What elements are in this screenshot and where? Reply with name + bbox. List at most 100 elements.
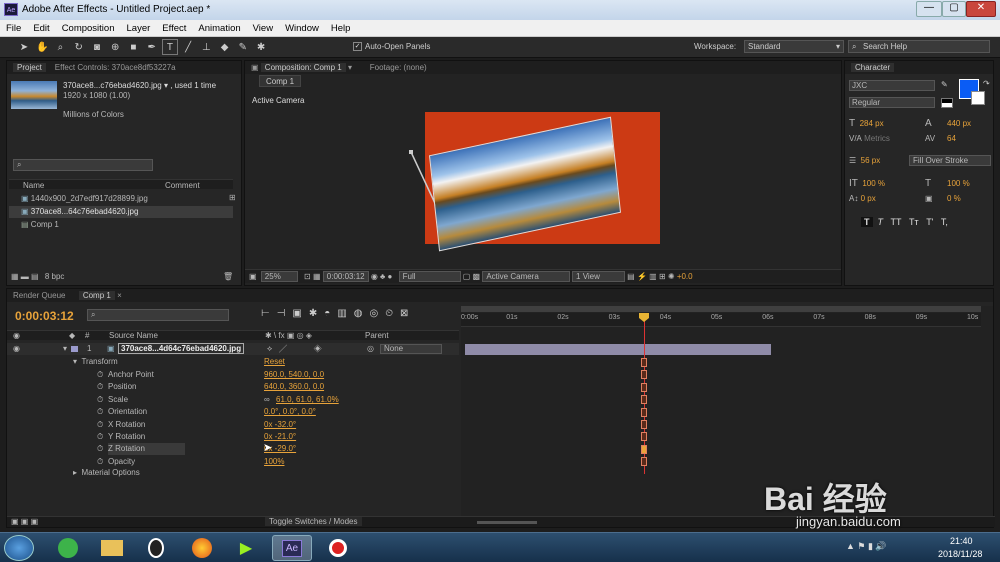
channel-icon[interactable]: ♣ (380, 272, 385, 281)
menu-edit[interactable]: Edit (27, 20, 55, 34)
font-select[interactable]: JXC (849, 80, 935, 91)
snapshot-icon[interactable]: ◉ (371, 272, 378, 281)
resolution-select[interactable]: Full (398, 271, 461, 282)
hand-tool-icon[interactable]: ✋ (34, 40, 50, 56)
new-composition-icon[interactable]: ▤ (31, 272, 39, 281)
property-value[interactable]: 0.0°, 0.0°, 0.0° (264, 406, 316, 418)
time-ruler[interactable]: 0:00s 01s 02s 03s 04s 05s 06s 07s 08s 09s 10s (461, 313, 981, 327)
exposure-value[interactable]: +0.0 (677, 272, 693, 281)
vertical-scale-value[interactable]: 100 % (862, 179, 885, 188)
delete-icon[interactable]: 🗑 (223, 271, 233, 283)
expand-triangle-icon[interactable]: ▾ (73, 357, 77, 366)
expand-triangle-icon[interactable]: ▾ (63, 343, 67, 355)
swap-colors-icon[interactable]: ↷ (983, 79, 990, 88)
toggle-switches-label[interactable]: Toggle Switches / Modes (265, 517, 362, 526)
puppet-tool-icon[interactable]: ✱ (253, 40, 269, 56)
leading-value[interactable]: 440 px (947, 118, 971, 130)
property-value[interactable]: 960.0, 540.0, 0.0 (264, 369, 324, 381)
layer-switches[interactable]: ⟡ ╱ ◈ (267, 343, 322, 355)
menu-layer[interactable]: Layer (121, 20, 157, 34)
transparency-grid-icon[interactable]: ▩ (473, 272, 481, 281)
taskbar-app-360[interactable] (48, 535, 88, 561)
interpret-footage-icon[interactable]: ▦ (9, 272, 19, 281)
superscript-button[interactable]: T' (926, 217, 933, 227)
start-button[interactable] (4, 535, 34, 561)
col-comment[interactable]: Comment (165, 181, 200, 190)
stopwatch-icon[interactable]: ⏱ (97, 369, 103, 381)
flowchart-icon[interactable]: ⊞ (229, 193, 236, 202)
keyframe-marker[interactable] (641, 358, 647, 367)
keyframe-marker[interactable] (641, 457, 647, 467)
footer-icons[interactable]: ▣ ▣ ▣ (11, 517, 38, 526)
expand-triangle-icon[interactable]: ▸ (73, 468, 77, 477)
rectangle-tool-icon[interactable]: ■ (125, 40, 141, 56)
label-icon[interactable]: ◆ (69, 331, 75, 340)
keyframe-marker[interactable] (641, 370, 647, 380)
menu-window[interactable]: Window (279, 20, 325, 34)
black-white-swatch[interactable] (941, 98, 953, 108)
property-row[interactable]: ⏱ Scale ∞ 61.0, 61.0, 61.0% (7, 394, 459, 406)
property-row[interactable]: ⏱ X Rotation 0x -32.0° (7, 419, 459, 431)
timeline-timecode[interactable]: 0:00:03:12 (15, 309, 74, 323)
stopwatch-icon[interactable]: ⏱ (97, 381, 103, 393)
exposure-icon[interactable]: ✺ (668, 272, 675, 281)
hide-shy-icon[interactable]: ◓ (324, 308, 337, 319)
taskbar-app-firefox[interactable] (182, 535, 222, 561)
property-row[interactable]: ⏱ Orientation 0.0°, 0.0°, 0.0° (7, 406, 459, 418)
flowchart-icon[interactable]: ⊞ (659, 272, 666, 281)
pickwhip-icon[interactable]: ◎ (367, 343, 374, 355)
stroke-mode-select[interactable]: Fill Over Stroke (909, 155, 991, 166)
keyframe-marker[interactable] (641, 382, 647, 392)
kerning-value[interactable]: Metrics (864, 134, 890, 143)
tab-character[interactable]: Character (851, 63, 895, 72)
zoom-slider[interactable] (477, 521, 537, 524)
pan-behind-tool-icon[interactable]: ⊕ (107, 40, 123, 56)
safe-margins-icon[interactable]: ⊡ (300, 272, 311, 281)
graph-editor-icon[interactable]: ⊠ (400, 308, 415, 319)
keyframe-marker[interactable] (641, 407, 647, 417)
camera-tool-icon[interactable]: ◙ (89, 40, 105, 56)
fast-preview-icon[interactable]: ⚡ (637, 272, 647, 281)
comp-subtab[interactable]: Comp 1 (259, 75, 302, 87)
property-value[interactable]: 640.0, 360.0, 0.0 (264, 381, 324, 393)
timeline-search-input[interactable]: ⌕ (87, 309, 229, 321)
workspace-select[interactable]: Standard ▾ (744, 40, 844, 53)
stopwatch-icon[interactable]: ⏱ (97, 406, 103, 418)
eyedropper-icon[interactable]: ✎ (941, 80, 948, 89)
tab-effect-controls[interactable]: Effect Controls: 370ace8df53227a (55, 63, 176, 72)
tab-composition[interactable]: Composition: Comp 1 (260, 63, 346, 72)
keyframe-marker[interactable] (641, 432, 647, 442)
menu-view[interactable]: View (247, 20, 279, 34)
zoom-select[interactable]: 25% (260, 271, 298, 282)
eraser-tool-icon[interactable]: ◆ (217, 40, 233, 56)
property-row[interactable]: ⏱ Z Rotation 0x -29.0° (7, 443, 459, 456)
layer-name[interactable]: 370ace8...4d64c76ebad4620.jpg (118, 343, 245, 354)
tab-footage[interactable]: Footage: (none) (370, 63, 427, 72)
comp-timecode[interactable]: 0:00:03:12 (322, 271, 369, 282)
taskbar-app-recorder[interactable] (318, 535, 358, 561)
lock-icon[interactable]: ▣ (251, 63, 259, 72)
stopwatch-icon[interactable]: ⏱ (97, 394, 103, 406)
menu-animation[interactable]: Animation (192, 20, 246, 34)
comp-mini-flowchart-icon[interactable]: ⊢⊣ (261, 308, 292, 319)
layer-duration-bar[interactable] (465, 344, 771, 355)
views-count-select[interactable]: 1 View (572, 271, 625, 282)
toggle-pixel-icon[interactable]: ▤ (627, 272, 635, 281)
live-update-icon[interactable]: ▣ (292, 308, 308, 319)
keyframe-marker[interactable] (641, 444, 647, 454)
menu-help[interactable]: Help (325, 20, 357, 34)
clone-stamp-tool-icon[interactable]: ⊥ (198, 40, 214, 56)
auto-open-checkbox[interactable]: ✓ (353, 42, 362, 51)
faux-bold-button[interactable]: T (861, 217, 873, 227)
link-icon[interactable]: ∞ (264, 394, 270, 406)
stopwatch-icon[interactable]: ⏱ (97, 456, 103, 468)
col-name[interactable]: Name (23, 181, 44, 190)
close-icon[interactable]: × (117, 291, 122, 300)
property-row[interactable]: ⏱ Opacity 100% (7, 456, 459, 468)
layer-row[interactable]: ◉ ▾ 1 ▣ 370ace8...4d64c76ebad4620.jpg ⟡ … (7, 343, 459, 355)
motion-blur-icon[interactable]: ◍ (354, 308, 370, 319)
brush-tool-icon[interactable]: ╱ (180, 40, 196, 56)
pen-tool-icon[interactable]: ✒ (144, 40, 160, 56)
property-row[interactable]: ⏱ Y Rotation 0x -21.0° (7, 431, 459, 443)
tray-icons[interactable]: ▲ ⚑ ▮ 🔊 (846, 541, 887, 552)
